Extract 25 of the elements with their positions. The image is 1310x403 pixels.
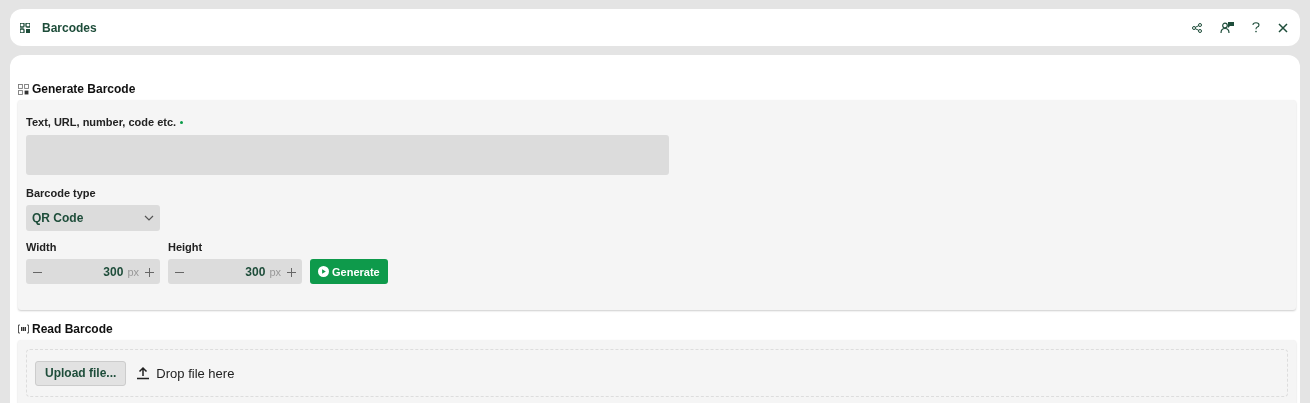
play-icon: [318, 266, 329, 277]
close-icon[interactable]: [1276, 20, 1290, 35]
field-label: Barcode type: [26, 187, 96, 199]
drop-zone[interactable]: Upload file... Drop file here: [26, 349, 1288, 397]
field-label: Height: [168, 241, 203, 253]
help-icon[interactable]: [1250, 20, 1262, 35]
chevron-down-icon: [144, 215, 154, 221]
barcode-type-dropdown[interactable]: QR Code: [26, 205, 160, 231]
section-title: Generate Barcode: [32, 82, 136, 96]
share-icon[interactable]: [1190, 20, 1204, 35]
text-input-field[interactable]: [26, 135, 669, 175]
section-title: Read Barcode: [32, 322, 113, 336]
drop-text: Drop file here: [156, 365, 235, 381]
app-title: Barcodes: [42, 20, 98, 35]
number-field[interactable]: 300 px: [26, 259, 160, 284]
field-label: Text, URL, number, code etc.: [26, 116, 177, 128]
grid-icon: [20, 22, 30, 33]
grid-icon: [18, 83, 29, 95]
upload-icon: [136, 366, 151, 380]
barcode-scan-icon: [18, 324, 29, 334]
generate-button[interactable]: Generate: [310, 259, 388, 284]
number-field[interactable]: 300 px: [168, 259, 302, 284]
user-chat-icon[interactable]: [1218, 20, 1236, 35]
field-label: Width: [26, 241, 57, 253]
upload-button[interactable]: Upload file...: [35, 360, 127, 386]
